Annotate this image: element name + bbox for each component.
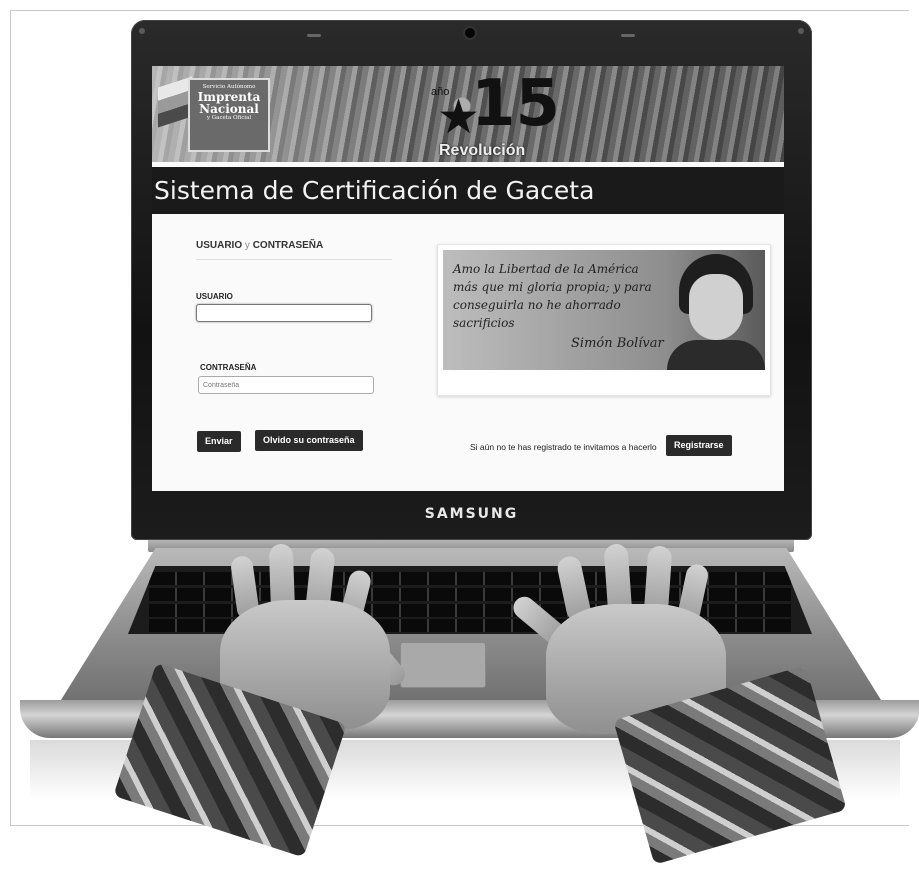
left-hand (113, 540, 430, 858)
fifteen-years-revolution-emblem: año ★ 15 Revolución (431, 67, 561, 159)
password-input[interactable] (198, 376, 374, 394)
imprenta-nacional-logo: Servicio Autónomo Imprenta Nacional y Ga… (188, 78, 270, 152)
webcam-icon (465, 28, 475, 38)
page-title: Sistema de Certificación de Gaceta (152, 167, 784, 214)
bolivar-quote-card: Amo la Libertad de la América más que mi… (437, 244, 771, 396)
username-label: USUARIO (196, 292, 233, 301)
forgot-password-button[interactable]: Olvido su contraseña (255, 430, 363, 451)
register-prompt: Si aún no te has registrado te invitamos… (470, 442, 657, 452)
laptop-screen: Servicio Autónomo Imprenta Nacional y Ga… (152, 66, 784, 491)
submit-button[interactable]: Enviar (197, 431, 241, 452)
frame-left-line (10, 10, 11, 825)
quote-signature: Simón Bolívar (571, 336, 664, 351)
laptop-brand: SAMSUNG (424, 506, 519, 522)
right-hand (508, 540, 847, 870)
login-section-header: USUARIO y CONTRASEÑA (196, 240, 324, 251)
frame-top-line (10, 10, 909, 11)
login-header-divider (196, 259, 392, 260)
quote-text: Amo la Libertad de la América más que mi… (453, 262, 652, 330)
password-label: CONTRASEÑA (200, 363, 257, 372)
bolivar-portrait (667, 250, 765, 370)
username-input[interactable] (196, 304, 372, 322)
bolivar-quote-image: Amo la Libertad de la América más que mi… (443, 250, 765, 370)
header-banner: Servicio Autónomo Imprenta Nacional y Ga… (152, 66, 784, 162)
register-button[interactable]: Registrarse (666, 435, 732, 456)
